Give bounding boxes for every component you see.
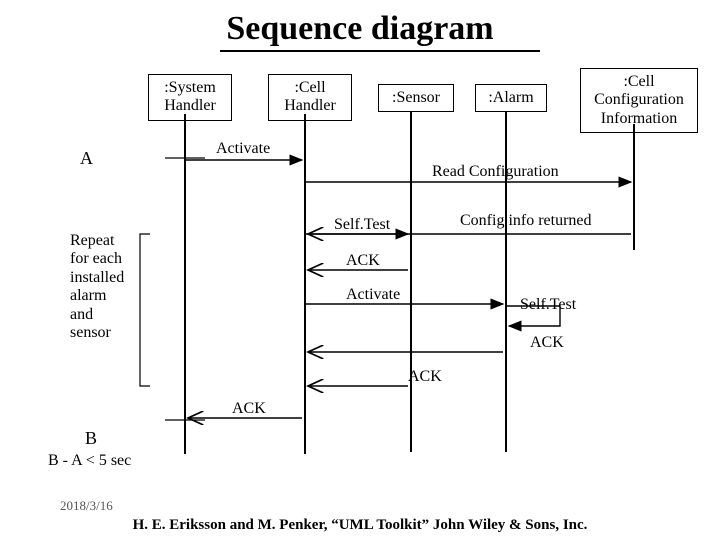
lifeline-cell-config-info bbox=[633, 124, 635, 250]
marker-a: A bbox=[80, 148, 93, 169]
participant-alarm: :Alarm bbox=[475, 84, 547, 112]
msg-selftest-alarm: Self.Test bbox=[520, 296, 576, 314]
constraint-label: B - A < 5 sec bbox=[48, 452, 131, 470]
participant-sensor: :Sensor bbox=[378, 84, 454, 112]
footer-citation: H. E. Eriksson and M. Penker, “UML Toolk… bbox=[0, 517, 720, 534]
msg-ack-2: ACK bbox=[530, 334, 564, 352]
marker-b: B bbox=[85, 428, 97, 449]
msg-activate-2: Activate bbox=[346, 286, 400, 304]
msg-activate-1: Activate bbox=[216, 140, 270, 158]
lifeline-cell-handler bbox=[304, 114, 306, 454]
participant-cell-handler: :CellHandler bbox=[268, 74, 352, 121]
msg-read-configuration: Read Configuration bbox=[432, 163, 559, 181]
msg-ack-3: ACK bbox=[408, 368, 442, 386]
footer-date: 2018/3/16 bbox=[60, 498, 113, 514]
msg-ack-final: ACK bbox=[232, 400, 266, 418]
loop-note: Repeatfor eachinstalledalarmandsensor bbox=[70, 232, 150, 342]
page-title: Sequence diagram bbox=[0, 10, 720, 48]
msg-selftest-sensor: Self.Test bbox=[334, 216, 390, 234]
participant-cell-config-info: :CellConfigurationInformation bbox=[580, 68, 698, 133]
participant-system-handler: :SystemHandler bbox=[148, 74, 232, 121]
msg-ack-1: ACK bbox=[346, 252, 380, 270]
title-underline bbox=[220, 50, 540, 52]
lifeline-sensor bbox=[410, 112, 412, 452]
msg-config-returned: Config info returned bbox=[460, 212, 592, 230]
lifeline-system-handler bbox=[184, 114, 186, 454]
